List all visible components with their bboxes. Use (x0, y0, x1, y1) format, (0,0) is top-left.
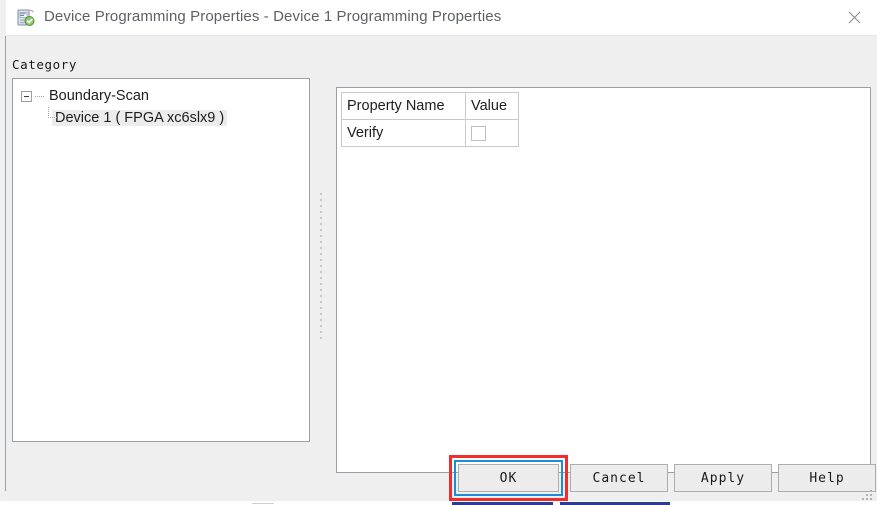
verify-checkbox[interactable] (471, 125, 486, 141)
collapse-toggle-icon[interactable] (21, 90, 32, 102)
ok-button[interactable]: OK (458, 464, 559, 492)
help-button[interactable]: Help (778, 464, 876, 492)
property-table: Property Name Value Verify (341, 92, 519, 147)
apply-button[interactable]: Apply (674, 464, 772, 492)
tree-connector-icon (35, 95, 44, 97)
host-bottom-tick (252, 503, 274, 504)
cancel-button[interactable]: Cancel (570, 464, 668, 492)
tree-item-device-1[interactable]: Device 1 ( FPGA xc6slx9 ) (13, 107, 309, 129)
device-programming-icon (16, 8, 36, 28)
column-header-property-name[interactable]: Property Name (341, 92, 466, 120)
property-grid-panel[interactable]: Property Name Value Verify (336, 87, 871, 473)
host-bottom-strip (0, 501, 877, 505)
panel-splitter[interactable] (316, 176, 326, 356)
category-tree-panel[interactable]: Boundary-Scan Device 1 ( FPGA xc6slx9 ) (12, 78, 310, 442)
category-label: Category (12, 57, 78, 72)
table-header-row: Property Name Value (341, 92, 519, 120)
dialog-body: Category Boundary-Scan Device 1 ( FPGA x… (6, 36, 877, 505)
close-icon[interactable] (831, 0, 877, 35)
tree-item-label: Device 1 ( FPGA xc6slx9 ) (52, 110, 228, 126)
tree-item-boundary-scan[interactable]: Boundary-Scan (13, 85, 309, 107)
tree-connector-elbow-icon (48, 117, 57, 118)
tree-item-label: Boundary-Scan (49, 88, 149, 104)
device-programming-properties-dialog: Device Programming Properties - Device 1… (6, 0, 877, 505)
property-name-verify: Verify (341, 119, 466, 147)
table-row[interactable]: Verify (341, 119, 519, 147)
window-title: Device Programming Properties - Device 1… (44, 8, 502, 25)
dialog-window-root: Device Programming Properties - Device 1… (0, 0, 877, 505)
resize-grip-icon[interactable] (862, 490, 873, 501)
title-bar[interactable]: Device Programming Properties - Device 1… (6, 0, 877, 36)
property-value-cell[interactable] (465, 119, 519, 147)
column-header-value[interactable]: Value (465, 92, 519, 120)
